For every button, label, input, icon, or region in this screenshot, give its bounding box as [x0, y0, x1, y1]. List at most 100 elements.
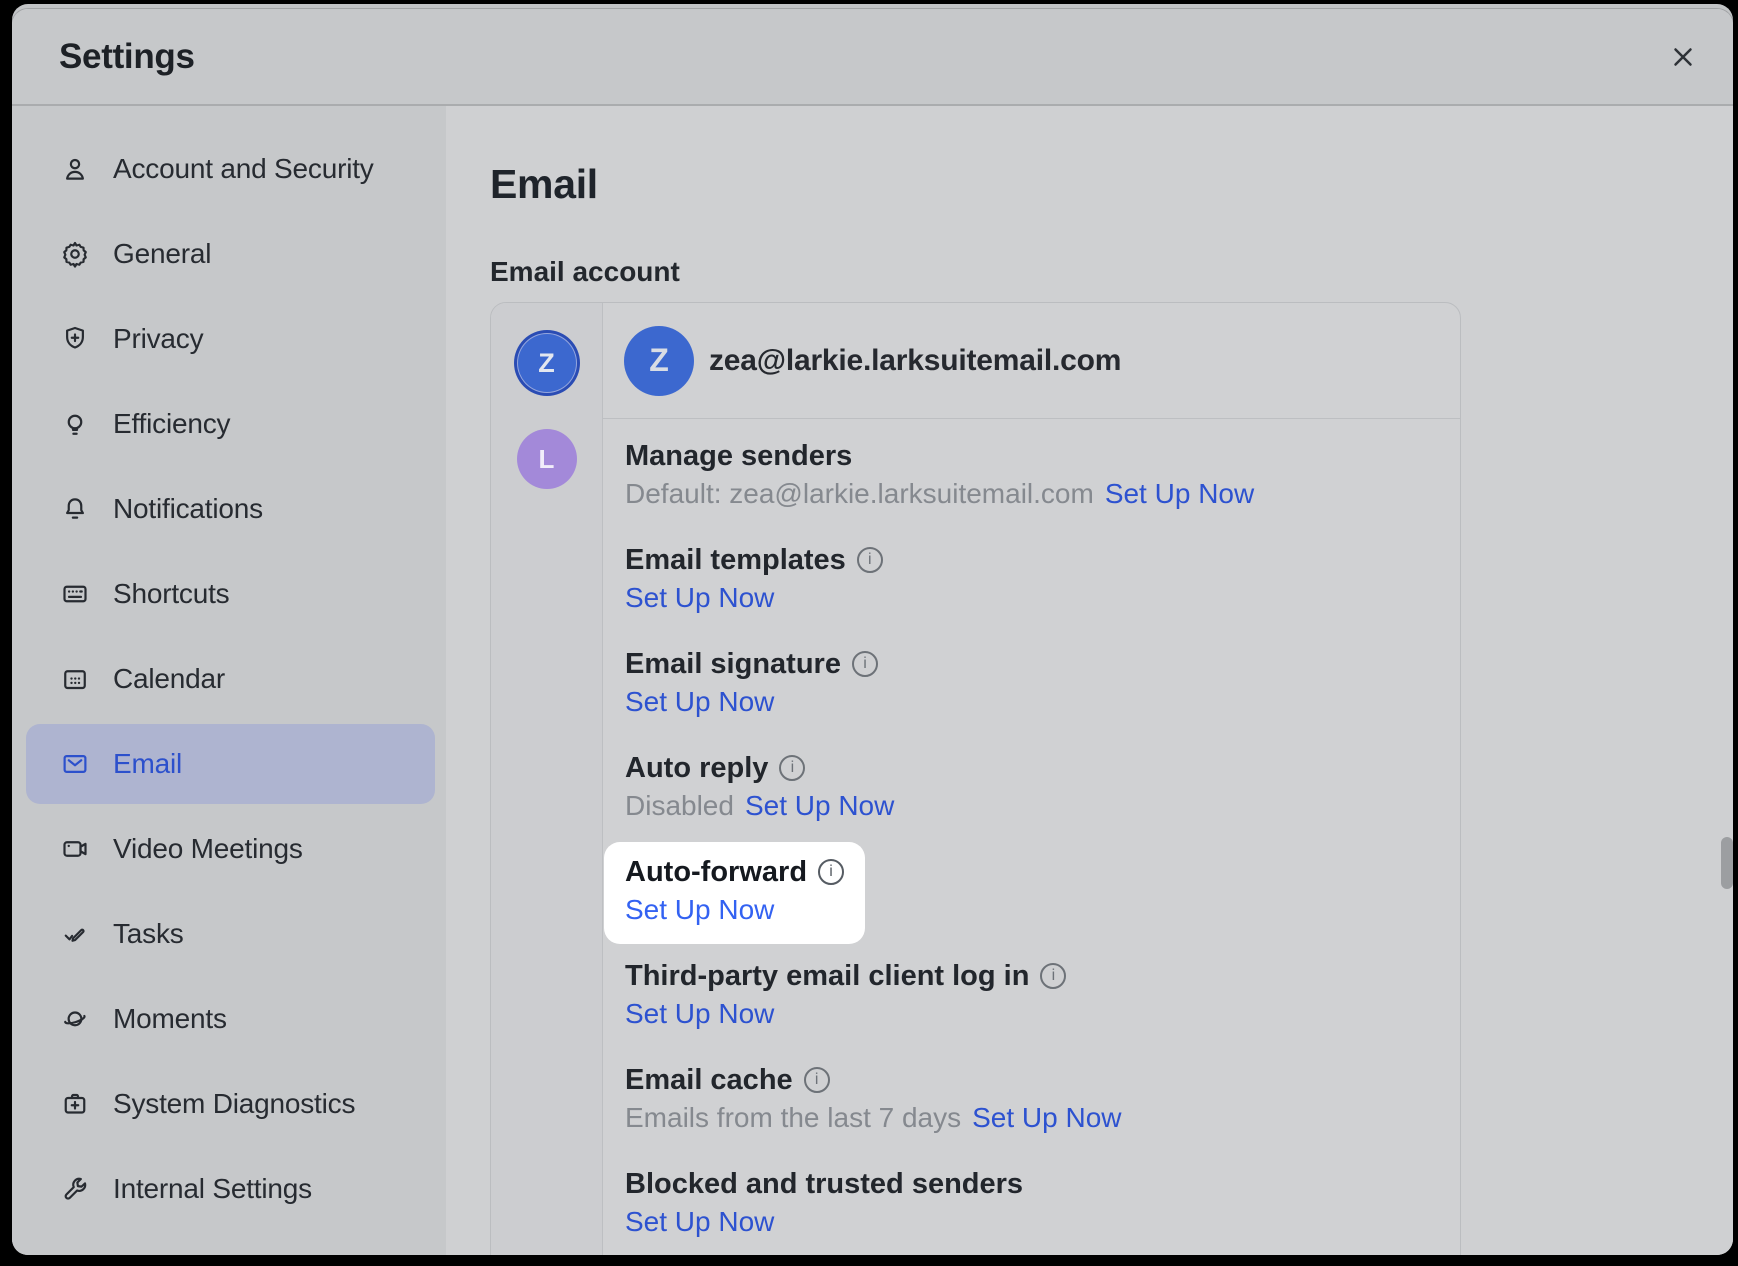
lightbulb-icon: [60, 409, 90, 439]
info-icon[interactable]: i: [852, 651, 878, 677]
sidebar-item-system-diagnostics[interactable]: System Diagnostics: [26, 1064, 435, 1144]
settings-window: Settings Account and Security General Pr…: [0, 0, 1738, 1266]
keyboard-icon: [60, 579, 90, 609]
sidebar-item-email[interactable]: Email: [26, 724, 435, 804]
email-account-section-label: Email account: [490, 257, 1733, 287]
sidebar-item-label: Calendar: [113, 663, 225, 695]
sidebar-item-label: Notifications: [113, 493, 263, 525]
row-title: Email templates: [625, 545, 846, 575]
set-up-now-link[interactable]: Set Up Now: [972, 1102, 1121, 1133]
email-address: zea@larkie.larksuitemail.com: [709, 344, 1121, 378]
sidebar-item-label: Email: [113, 748, 182, 780]
email-settings-rows: Manage senders Default: zea@larkie.larks…: [603, 419, 1460, 1255]
sidebar-item-shortcuts[interactable]: Shortcuts: [26, 554, 435, 634]
sidebar-item-notifications[interactable]: Notifications: [26, 469, 435, 549]
settings-dialog: Settings Account and Security General Pr…: [12, 9, 1733, 1255]
row-subline: Set Up Now: [625, 999, 1420, 1029]
account-avatar-selected[interactable]: Z: [518, 334, 576, 392]
settings-row-auto-forward: Auto-forward i Set Up Now: [625, 857, 1420, 925]
set-up-now-link[interactable]: Set Up Now: [1105, 478, 1254, 509]
row-title: Auto-forward: [625, 857, 807, 887]
set-up-now-link[interactable]: Set Up Now: [625, 894, 774, 925]
row-subline: Set Up Now: [625, 895, 844, 925]
sidebar-item-label: Tasks: [113, 918, 184, 950]
email-settings-panel: Email Email account Z L Z zea@larkie.lar…: [446, 106, 1733, 1255]
set-up-now-link[interactable]: Set Up Now: [745, 790, 894, 821]
row-title: Email signature: [625, 649, 841, 679]
settings-row-third-party-email-client-log-in: Third-party email client log in i Set Up…: [625, 961, 1420, 1029]
row-subline: Disabled Set Up Now: [625, 791, 1420, 821]
wrench-icon: [60, 1174, 90, 1204]
dialog-header: Settings: [12, 9, 1733, 106]
settings-row-email-signature: Email signature i Set Up Now: [625, 649, 1420, 717]
sidebar-item-label: General: [113, 238, 211, 270]
email-address-row: Z zea@larkie.larksuitemail.com: [603, 303, 1460, 419]
sidebar-item-label: Moments: [113, 1003, 227, 1035]
sidebar-item-general[interactable]: General: [26, 214, 435, 294]
email-avatar: Z: [624, 326, 694, 396]
sidebar-item-privacy[interactable]: Privacy: [26, 299, 435, 379]
dialog-title: Settings: [59, 37, 195, 77]
sidebar-item-video-meetings[interactable]: Video Meetings: [26, 809, 435, 889]
row-subline: Set Up Now: [625, 687, 1420, 717]
account-avatar-strip: Z L: [491, 303, 603, 1255]
bell-icon: [60, 494, 90, 524]
scrollbar-thumb[interactable]: [1721, 837, 1733, 889]
sidebar-item-internal-settings[interactable]: Internal Settings: [26, 1149, 435, 1229]
account-avatar-secondary[interactable]: L: [517, 429, 577, 489]
row-status-text: Emails from the last 7 days: [625, 1102, 961, 1133]
settings-row-auto-reply: Auto reply i Disabled Set Up Now: [625, 753, 1420, 821]
settings-row-manage-senders: Manage senders Default: zea@larkie.larks…: [625, 441, 1420, 509]
envelope-icon: [60, 749, 90, 779]
person-icon: [60, 154, 90, 184]
row-title: Auto reply: [625, 753, 768, 783]
row-subline: Default: zea@larkie.larksuitemail.com Set…: [625, 479, 1420, 509]
video-camera-icon: [60, 834, 90, 864]
sidebar-item-efficiency[interactable]: Efficiency: [26, 384, 435, 464]
sidebar-item-label: Efficiency: [113, 408, 230, 440]
sidebar-item-calendar[interactable]: Calendar: [26, 639, 435, 719]
calendar-icon: [60, 664, 90, 694]
email-account-card: Z L Z zea@larkie.larksuitemail.com Manag…: [490, 302, 1461, 1255]
sidebar-item-tasks[interactable]: Tasks: [26, 894, 435, 974]
email-account-details: Z zea@larkie.larksuitemail.com Manage se…: [603, 303, 1460, 1255]
sidebar-item-label: Shortcuts: [113, 578, 229, 610]
settings-sidebar: Account and Security General Privacy Eff…: [12, 106, 446, 1255]
shield-plus-icon: [60, 324, 90, 354]
row-status-text: Default: zea@larkie.larksuitemail.com: [625, 478, 1094, 509]
first-aid-icon: [60, 1089, 90, 1119]
sidebar-item-label: Account and Security: [113, 153, 374, 185]
sidebar-item-label: Video Meetings: [113, 833, 303, 865]
info-icon[interactable]: i: [818, 859, 844, 885]
info-icon[interactable]: i: [1040, 963, 1066, 989]
sidebar-item-moments[interactable]: Moments: [26, 979, 435, 1059]
info-icon[interactable]: i: [804, 1067, 830, 1093]
gear-icon: [60, 239, 90, 269]
settings-row-email-cache: Email cache i Emails from the last 7 day…: [625, 1065, 1420, 1133]
row-subline: Set Up Now: [625, 583, 1420, 613]
sidebar-item-label: Privacy: [113, 323, 203, 355]
close-icon[interactable]: [1667, 41, 1699, 73]
set-up-now-link[interactable]: Set Up Now: [625, 686, 774, 717]
row-status-text: Disabled: [625, 790, 734, 821]
row-title: Blocked and trusted senders: [625, 1169, 1023, 1199]
set-up-now-link[interactable]: Set Up Now: [625, 998, 774, 1029]
set-up-now-link[interactable]: Set Up Now: [625, 582, 774, 613]
row-title: Third-party email client log in: [625, 961, 1029, 991]
tasks-pen-icon: [60, 919, 90, 949]
spotlight-highlight-box: Auto-forward i Set Up Now: [604, 842, 865, 944]
settings-row-blocked-and-trusted-senders: Blocked and trusted senders Set Up Now: [625, 1169, 1420, 1237]
row-subline: Emails from the last 7 days Set Up Now: [625, 1103, 1420, 1133]
page-title: Email: [490, 163, 1733, 205]
planet-icon: [60, 1004, 90, 1034]
info-icon[interactable]: i: [857, 547, 883, 573]
row-subline: Set Up Now: [625, 1207, 1420, 1237]
row-title: Manage senders: [625, 441, 852, 471]
set-up-now-link[interactable]: Set Up Now: [625, 1206, 774, 1237]
info-icon[interactable]: i: [779, 755, 805, 781]
sidebar-item-account-and-security[interactable]: Account and Security: [26, 129, 435, 209]
settings-row-email-templates: Email templates i Set Up Now: [625, 545, 1420, 613]
row-title: Email cache: [625, 1065, 793, 1095]
sidebar-item-label: Internal Settings: [113, 1173, 312, 1205]
sidebar-item-label: System Diagnostics: [113, 1088, 355, 1120]
